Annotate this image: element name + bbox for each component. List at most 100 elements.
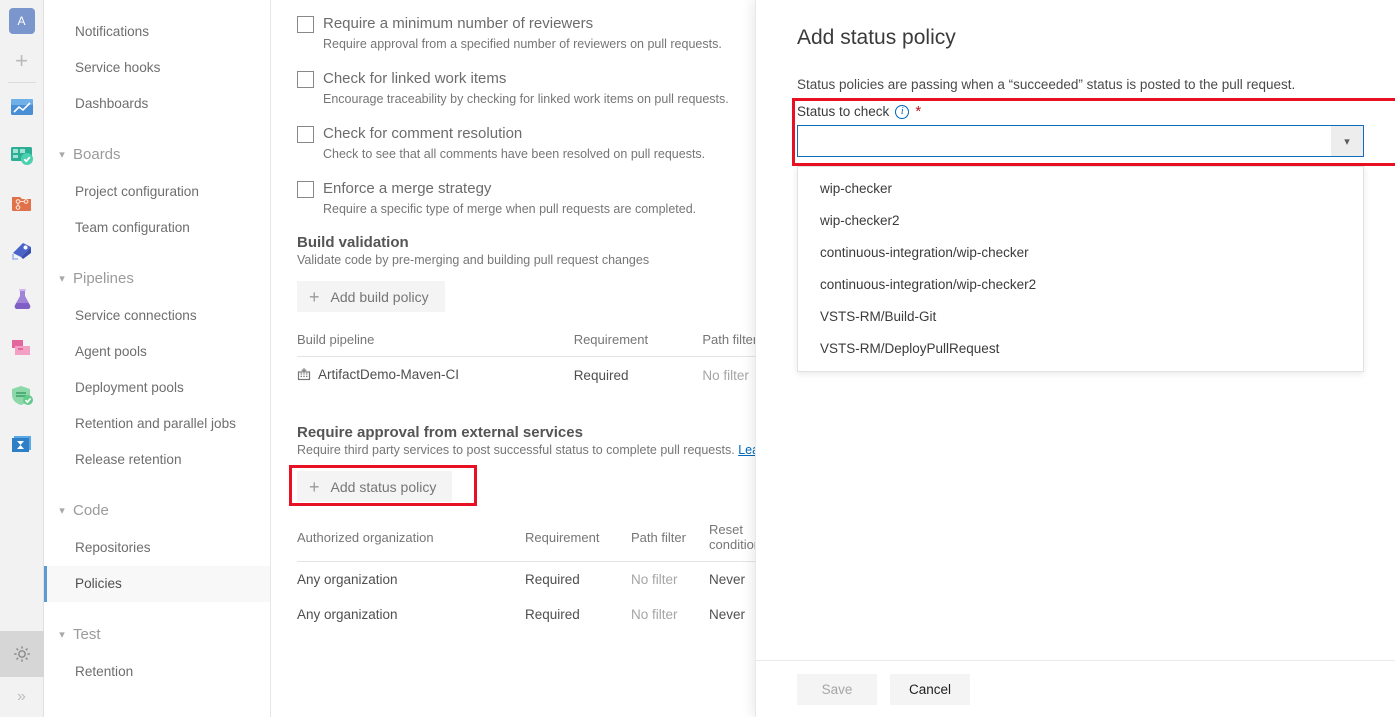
overview-icon[interactable]: [6, 91, 38, 123]
sidebar-group-code[interactable]: ▾ Code: [45, 492, 270, 530]
section-description: Require third party services to post suc…: [297, 443, 755, 457]
checkbox-merge-strategy[interactable]: [297, 181, 314, 198]
status-options-dropdown: wip-checker wip-checker2 continuous-inte…: [797, 166, 1364, 372]
cell-organization: Any organization: [297, 562, 525, 598]
col-requirement: Requirement: [525, 518, 631, 562]
policy-comment-resolution: Check for comment resolution Check to se…: [297, 124, 755, 161]
sidebar-item-service-hooks[interactable]: Service hooks: [45, 50, 270, 86]
sidebar-item-notifications[interactable]: Notifications: [45, 14, 270, 50]
table-header-row: Build pipeline Requirement Path filter: [297, 328, 755, 357]
gear-icon[interactable]: [0, 631, 44, 677]
save-button[interactable]: Save: [797, 674, 877, 705]
status-to-check-label-row: Status to check i *: [797, 104, 1364, 119]
sidebar-group-label: Code: [73, 492, 109, 530]
sidebar-item-repositories[interactable]: Repositories: [45, 530, 270, 566]
section-heading: Build validation: [297, 234, 755, 251]
repos-icon[interactable]: [6, 187, 38, 219]
policy-title: Check for comment resolution: [323, 124, 522, 143]
sidebar-item-deployment-pools[interactable]: Deployment pools: [45, 370, 270, 406]
cell-path-filter: No filter: [702, 357, 755, 395]
add-status-policy-panel: Add status policy Status policies are pa…: [755, 0, 1395, 717]
sidebar-item-service-connections[interactable]: Service connections: [45, 298, 270, 334]
cell-requirement: Required: [574, 357, 703, 395]
sidebar-item-release-retention[interactable]: Release retention: [45, 442, 270, 478]
policy-title: Require a minimum number of reviewers: [323, 14, 593, 33]
cell-requirement: Required: [525, 597, 631, 632]
pipelines-icon[interactable]: [6, 235, 38, 267]
test-plans-icon[interactable]: [6, 283, 38, 315]
chevron-down-icon[interactable]: ▾: [1331, 126, 1363, 156]
sidebar-group-label: Test: [73, 616, 101, 654]
cell-pipeline: ArtifactDemo-Maven-CI: [297, 357, 574, 395]
build-validation-table: Build pipeline Requirement Path filter: [297, 328, 755, 394]
chevron-down-icon: ▾: [51, 492, 73, 530]
policy-description: Check to see that all comments have been…: [323, 147, 755, 161]
cell-reset: Never: [709, 597, 755, 632]
sidebar-item-policies[interactable]: Policies: [45, 566, 270, 602]
checkbox-min-reviewers[interactable]: [297, 16, 314, 33]
col-build-pipeline: Build pipeline: [297, 328, 574, 357]
dropdown-option[interactable]: wip-checker: [798, 173, 1363, 205]
dropdown-option[interactable]: wip-checker2: [798, 205, 1363, 237]
col-reset-conditions: Reset conditions: [709, 518, 755, 562]
info-icon[interactable]: i: [895, 105, 909, 119]
dropdown-option[interactable]: continuous-integration/wip-checker: [798, 237, 1363, 269]
sidebar-item-team-configuration[interactable]: Team configuration: [45, 210, 270, 246]
retention-icon[interactable]: [6, 427, 38, 459]
security-icon[interactable]: [6, 379, 38, 411]
plus-icon: +: [309, 478, 320, 496]
status-policy-table: Authorized organization Requirement Path…: [297, 518, 755, 632]
sidebar-group-boards[interactable]: ▾ Boards: [45, 136, 270, 174]
checkbox-linked-work-items[interactable]: [297, 71, 314, 88]
policy-title: Enforce a merge strategy: [323, 179, 491, 198]
col-path-filter: Path filter: [631, 518, 709, 562]
plus-icon: +: [309, 288, 320, 306]
sidebar-item-project-configuration[interactable]: Project configuration: [45, 174, 270, 210]
expand-rail-icon[interactable]: »: [0, 677, 44, 717]
section-heading: Require approval from external services: [297, 424, 755, 441]
sidebar-group-pipelines[interactable]: ▾ Pipelines: [45, 260, 270, 298]
status-to-check-combobox[interactable]: ▾: [797, 125, 1364, 157]
rail-icon-list: [6, 91, 38, 475]
status-to-check-field: Status to check i * ▾: [797, 104, 1364, 157]
boards-icon[interactable]: [6, 139, 38, 171]
cell-reset: Never: [709, 562, 755, 598]
avatar[interactable]: A: [9, 8, 35, 34]
chevron-down-icon: ▾: [51, 616, 73, 654]
cancel-button[interactable]: Cancel: [890, 674, 970, 705]
rail-divider: [8, 82, 36, 83]
artifacts-icon[interactable]: [6, 331, 38, 363]
sidebar-group-test[interactable]: ▾ Test: [45, 616, 270, 654]
table-row[interactable]: Any organization Required No filter Neve…: [297, 562, 755, 598]
section-description: Validate code by pre-merging and buildin…: [297, 253, 755, 267]
cell-path-filter: No filter: [631, 562, 709, 598]
pipeline-name: ArtifactDemo-Maven-CI: [318, 367, 459, 382]
add-status-policy-button[interactable]: + Add status policy: [297, 471, 452, 502]
add-build-policy-button[interactable]: + Add build policy: [297, 281, 445, 312]
col-authorized-organization: Authorized organization: [297, 518, 525, 562]
cell-requirement: Required: [525, 562, 631, 598]
sidebar-item-retention-parallel-jobs[interactable]: Retention and parallel jobs: [45, 406, 270, 442]
learn-more-link[interactable]: Learn more: [738, 443, 755, 457]
settings-nav: Notifications Service hooks Dashboards ▾…: [45, 0, 271, 717]
col-requirement: Requirement: [574, 328, 703, 357]
left-icon-rail: A +: [0, 0, 44, 717]
section-description-text: Require third party services to post suc…: [297, 443, 735, 457]
sidebar-item-agent-pools[interactable]: Agent pools: [45, 334, 270, 370]
dropdown-option[interactable]: VSTS-RM/Build-Git: [798, 301, 1363, 333]
build-validation-section: Build validation Validate code by pre-me…: [297, 234, 755, 394]
dropdown-option[interactable]: VSTS-RM/DeployPullRequest: [798, 333, 1363, 365]
policy-linked-work-items: Check for linked work items Encourage tr…: [297, 69, 755, 106]
policy-description: Require approval from a specified number…: [323, 37, 755, 51]
new-item-plus-icon[interactable]: +: [9, 48, 35, 74]
sidebar-item-dashboards[interactable]: Dashboards: [45, 86, 270, 122]
required-marker: *: [915, 108, 921, 116]
table-header-row: Authorized organization Requirement Path…: [297, 518, 755, 562]
table-row[interactable]: ArtifactDemo-Maven-CI Required No filter: [297, 357, 755, 395]
table-row[interactable]: Any organization Required No filter Neve…: [297, 597, 755, 632]
dropdown-option[interactable]: continuous-integration/wip-checker2: [798, 269, 1363, 301]
settings-policies-page: A +: [0, 0, 1395, 717]
sidebar-item-retention[interactable]: Retention: [45, 654, 270, 690]
status-to-check-input[interactable]: [798, 126, 1331, 156]
checkbox-comment-resolution[interactable]: [297, 126, 314, 143]
